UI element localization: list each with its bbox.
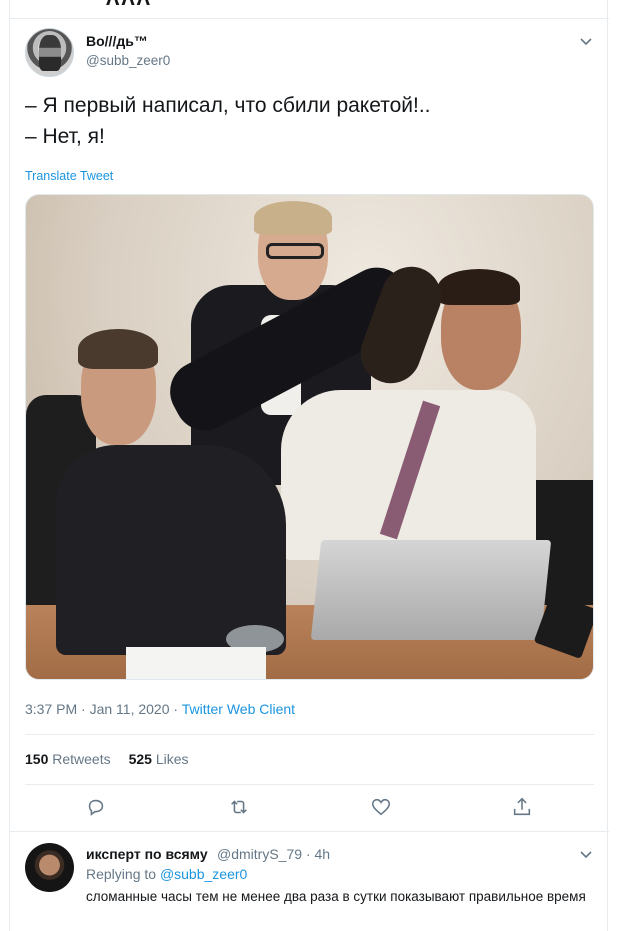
previous-tweet-sliver: ΛΛΛ — [10, 0, 609, 19]
tweet-client-link[interactable]: Twitter Web Client — [182, 701, 295, 717]
likes-stat[interactable]: 525 Likes — [129, 751, 189, 767]
divider — [25, 734, 594, 735]
tweet-meta: 3:37 PM · Jan 11, 2020 · Twitter Web Cli… — [25, 701, 295, 717]
chevron-down-icon[interactable] — [578, 846, 594, 862]
reply-author-name[interactable]: иксперт по всяму — [86, 846, 208, 862]
likes-label: Likes — [155, 751, 189, 767]
like-icon[interactable] — [370, 796, 392, 818]
previous-tweet-text: ΛΛΛ — [106, 0, 152, 11]
reply-author-handle[interactable]: @dmitryS_79 · 4h — [217, 846, 330, 862]
tweet-image[interactable] — [25, 194, 594, 680]
meta-separator: · — [169, 701, 182, 717]
retweets-stat[interactable]: 150 Retweets — [25, 751, 111, 767]
translate-tweet-link[interactable]: Translate Tweet — [25, 169, 113, 183]
retweet-icon[interactable] — [228, 796, 250, 818]
replying-to: Replying to @subb_zeer0 — [86, 866, 247, 882]
divider — [25, 784, 594, 785]
author-avatar[interactable] — [25, 28, 74, 77]
tweet-stats: 150 Retweets 525 Likes — [25, 751, 189, 767]
main-tweet: Во///дь™ @subb_zeer0 – Я первый написал,… — [10, 20, 609, 832]
chevron-down-icon[interactable] — [578, 33, 594, 49]
tweet-actions — [10, 796, 609, 820]
timeline-column: ΛΛΛ Во///дь™ @subb_zeer0 – Я первый напи… — [9, 0, 609, 931]
reply-tweet[interactable]: иксперт по всяму @dmitryS_79 · 4h Replyi… — [10, 833, 609, 931]
retweets-count: 150 — [25, 751, 49, 767]
replying-mention-link[interactable]: @subb_zeer0 — [160, 866, 247, 882]
tweet-timestamp[interactable]: 3:37 PM · Jan 11, 2020 — [25, 701, 170, 717]
author-name[interactable]: Во///дь™ — [86, 33, 148, 49]
reply-text: сломанные часы тем не менее два раза в с… — [86, 889, 586, 904]
tweet-text: – Я первый написал, что сбили ракетой!..… — [25, 94, 431, 148]
likes-count: 525 — [128, 751, 152, 767]
share-icon[interactable] — [511, 796, 533, 818]
reply-icon[interactable] — [85, 796, 107, 818]
retweets-label: Retweets — [52, 751, 111, 767]
reply-author-avatar[interactable] — [25, 843, 74, 892]
replying-prefix: Replying to — [86, 866, 157, 882]
author-handle[interactable]: @subb_zeer0 — [86, 53, 170, 68]
